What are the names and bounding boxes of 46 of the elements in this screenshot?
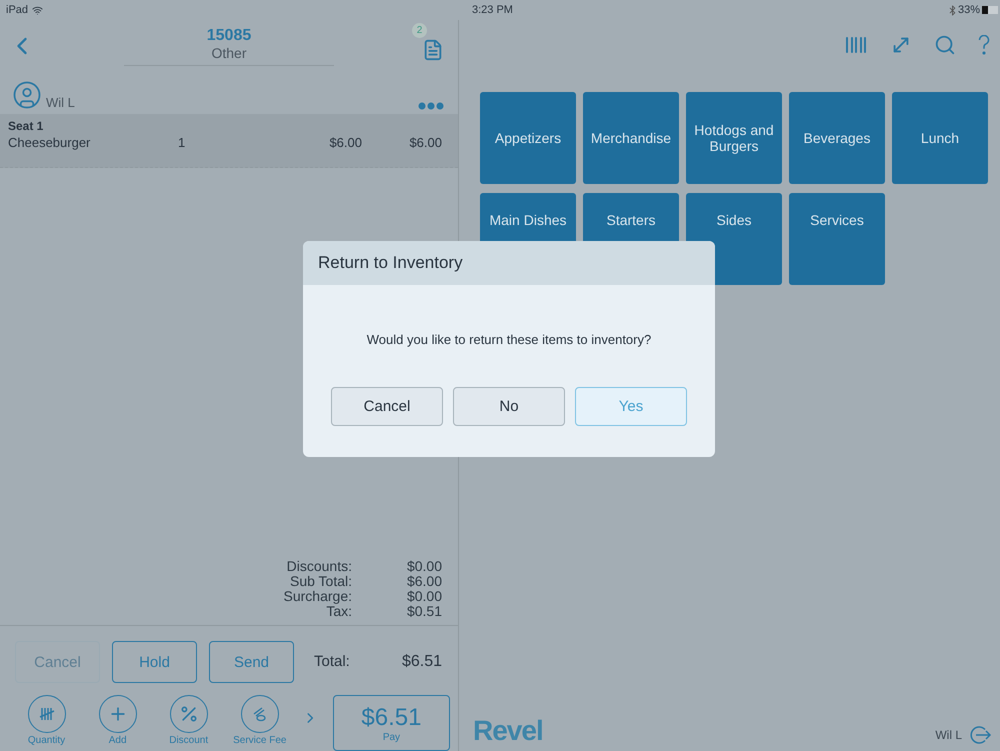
wifi-icon [32, 4, 44, 16]
search-icon[interactable] [934, 34, 956, 56]
item-name: Cheeseburger [8, 135, 92, 150]
total-value: $0.51 [406, 604, 442, 619]
category-tile[interactable]: Services [789, 193, 885, 285]
total-label: Surcharge: [282, 589, 352, 604]
category-tile[interactable]: Lunch [892, 92, 988, 184]
dialog-title: Return to Inventory [318, 253, 463, 273]
category-tile[interactable]: Merchandise [583, 92, 679, 184]
total-label: Sub Total: [288, 574, 352, 589]
total-value: $0.00 [406, 589, 442, 604]
user-icon[interactable] [12, 80, 42, 110]
clock-time: 3:23 PM [472, 4, 513, 16]
carrier-label: iPad [6, 4, 28, 16]
user-name: Wil L [935, 728, 962, 742]
percent-icon [178, 704, 199, 724]
total-label: Tax: [326, 604, 352, 619]
total-value: $0.00 [406, 559, 442, 574]
more-icon[interactable] [418, 102, 444, 110]
category-tile[interactable]: Beverages [789, 92, 885, 184]
bluetooth-icon [946, 4, 958, 16]
document-icon[interactable] [422, 39, 444, 61]
item-price: $6.00 [328, 135, 362, 150]
battery-percent: 33% [958, 4, 980, 16]
count-badge: 2 [412, 23, 427, 38]
grand-total-label: Total: [314, 653, 350, 671]
category-tile[interactable]: Hotdogs and Burgers [686, 92, 782, 184]
total-label: Discounts: [286, 559, 352, 574]
seat-label: Seat 1 [8, 119, 44, 133]
dialog-button[interactable]: Cancel [331, 387, 443, 426]
order-number: 15085 [206, 26, 252, 44]
total-value: $6.00 [406, 574, 442, 589]
brand-logo: Revel [473, 715, 543, 747]
tally-icon [38, 706, 55, 722]
grand-total-value: $6.51 [402, 653, 442, 671]
dialog-button[interactable]: No [453, 387, 565, 426]
battery-icon [982, 6, 998, 14]
order-type: Other [211, 44, 246, 60]
help-icon[interactable] [978, 35, 990, 55]
item-quantity: 1 [178, 135, 186, 150]
dialog-message: Would you like to return these items to inventory? [366, 332, 652, 347]
order-item-row[interactable]: Seat 1 Cheeseburger 1 $6.00 $6.00 [0, 114, 458, 168]
dialog-button[interactable]: Yes [575, 387, 687, 426]
customer-name: Wil L [46, 95, 75, 110]
item-total: $6.00 [408, 135, 442, 150]
category-tile[interactable]: Appetizers [480, 92, 576, 184]
